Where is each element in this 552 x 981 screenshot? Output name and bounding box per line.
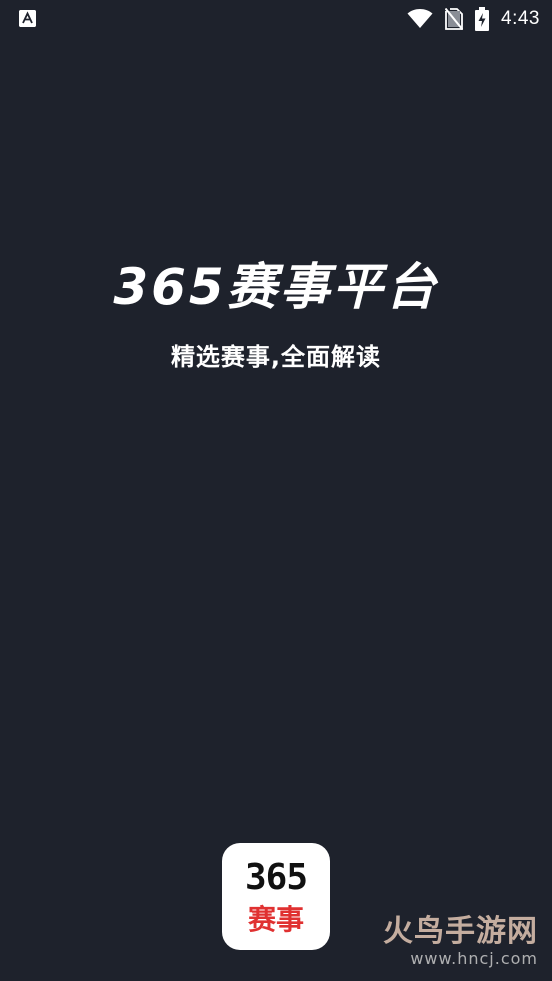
no-sim-icon [445, 8, 464, 30]
splash-title: 365赛事平台 [113, 258, 439, 316]
watermark: 火鸟手游网 www.hncj.com [368, 915, 538, 971]
status-icons: 4:43 [407, 5, 540, 33]
app-logo: 365 赛事 [222, 843, 330, 950]
app-logo-name: 赛事 [247, 903, 304, 936]
watermark-url: www.hncj.com [410, 949, 538, 968]
clock-time: 4:43 [501, 8, 540, 29]
battery-charging-icon [475, 7, 490, 31]
status-bar: 4:43 [0, 0, 552, 38]
wifi-icon [407, 9, 433, 28]
watermark-site-name: 火鸟手游网 [383, 914, 538, 949]
app-notification-icon [19, 10, 36, 27]
app-logo-number: 365 [244, 857, 308, 898]
splash-subtitle: 精选赛事,全面解读 [170, 343, 382, 371]
